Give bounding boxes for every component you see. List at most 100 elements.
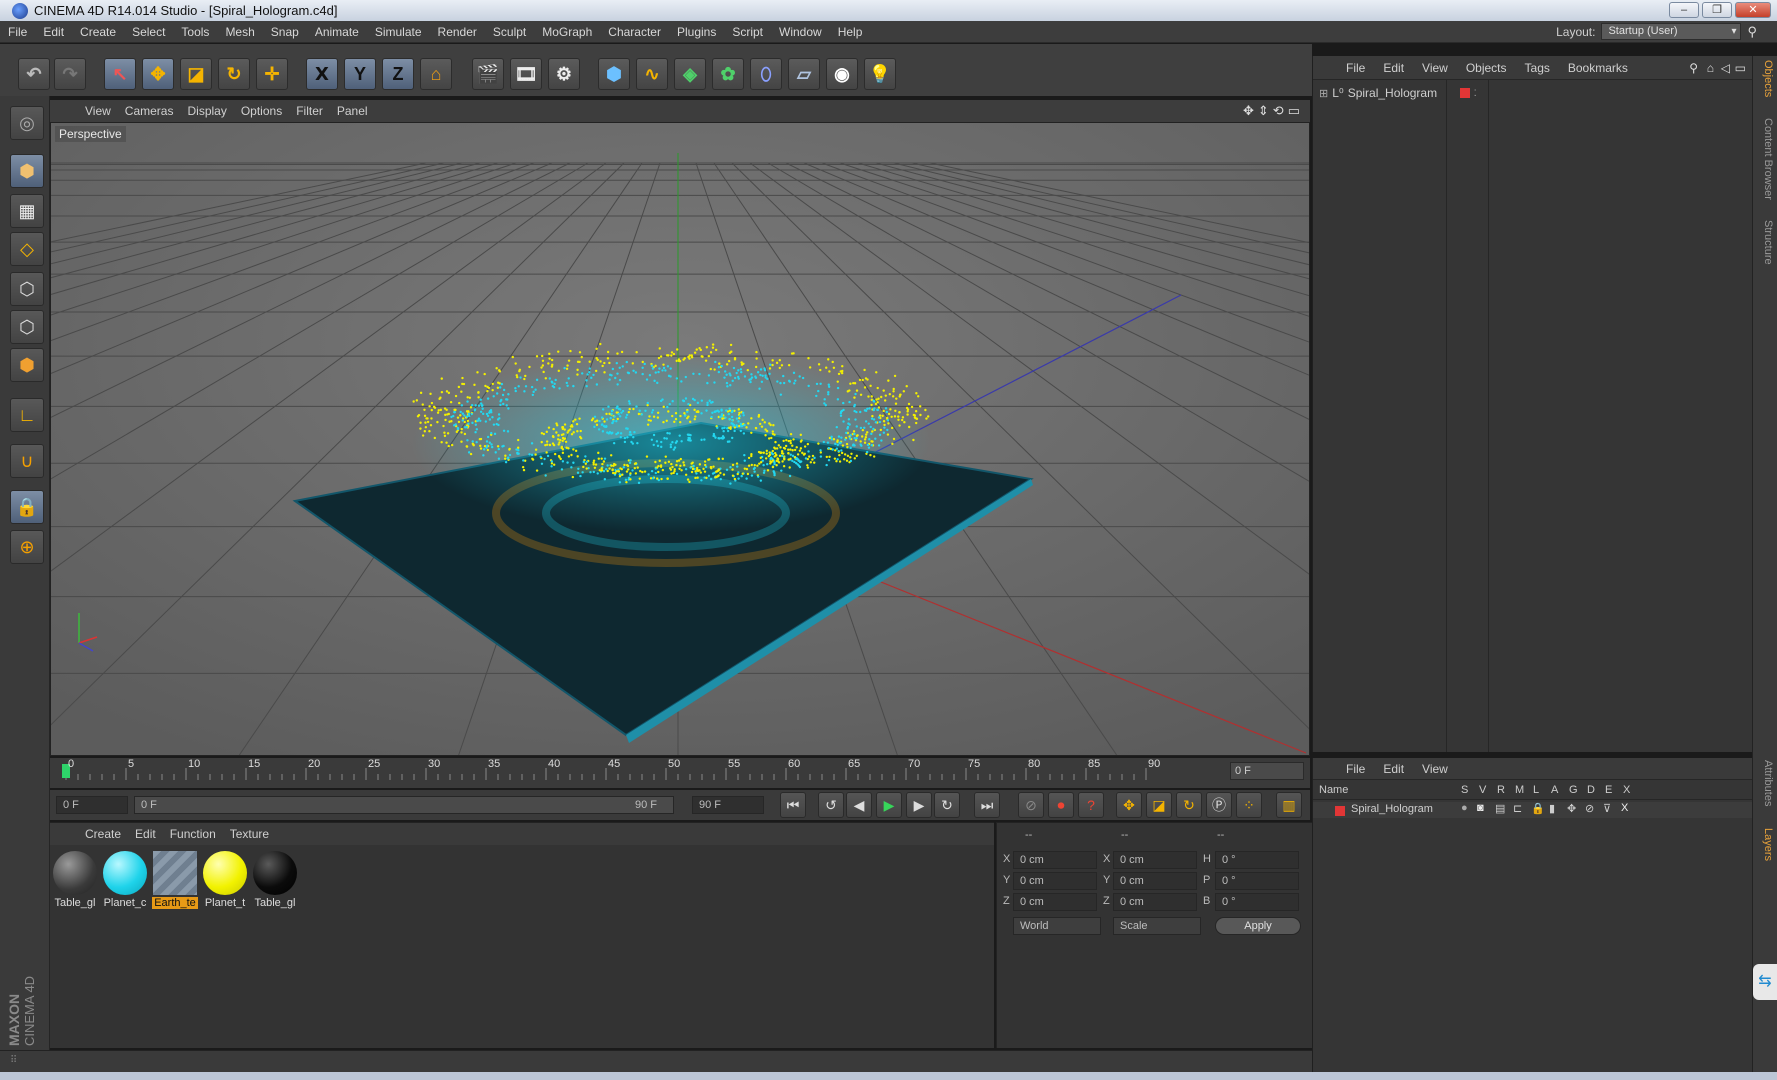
lock-workplane-icon[interactable]: 🔒 xyxy=(10,490,44,524)
menu-file[interactable]: File xyxy=(0,21,35,43)
camera-icon[interactable]: ◉ xyxy=(826,58,858,90)
record-active-icon[interactable]: ⊘ xyxy=(1018,792,1044,818)
menu-snap[interactable]: Snap xyxy=(263,21,307,43)
viewport-menu-options[interactable]: Options xyxy=(234,104,289,118)
deformer-icon[interactable]: ⬯ xyxy=(750,58,782,90)
orbit-view-icon[interactable]: ⟲ xyxy=(1273,103,1284,119)
layers-menu-file[interactable]: File xyxy=(1337,762,1374,776)
material-swatch[interactable]: Table_gl xyxy=(52,849,98,911)
animation-icon[interactable]: ▮ xyxy=(1549,802,1555,815)
size-y-field[interactable]: 0 cm xyxy=(1113,872,1197,890)
layers-menu-view[interactable]: View xyxy=(1413,762,1457,776)
layers-menu-edit[interactable]: Edit xyxy=(1374,762,1413,776)
key-point-level-icon[interactable]: ⁘ xyxy=(1236,792,1262,818)
tab-structure[interactable]: Structure xyxy=(1756,220,1774,265)
layer-column[interactable]: L xyxy=(1533,784,1539,796)
material-menu-texture[interactable]: Texture xyxy=(223,827,276,841)
back-icon[interactable]: ◁ xyxy=(1721,61,1730,75)
maximize-view-icon[interactable]: ▭ xyxy=(1288,103,1300,119)
redo-icon[interactable]: ↷ xyxy=(54,58,86,90)
tab-content-browser[interactable]: Content Browser xyxy=(1756,118,1774,200)
polygons-mode-icon[interactable]: ⬢ xyxy=(10,348,44,382)
material-menu-create[interactable]: Create xyxy=(78,827,128,841)
material-menu-edit[interactable]: Edit xyxy=(128,827,163,841)
teamviewer-icon[interactable]: ⇆ xyxy=(1753,964,1777,1000)
size-z-field[interactable]: 0 cm xyxy=(1113,893,1197,911)
points-mode-icon[interactable]: ⬡ xyxy=(10,272,44,306)
material-swatch[interactable]: Earth_te xyxy=(152,849,198,911)
material-swatch[interactable]: Planet_c xyxy=(102,849,148,911)
objects-menu-tags[interactable]: Tags xyxy=(1516,61,1559,75)
menu-help[interactable]: Help xyxy=(830,21,871,43)
move-icon[interactable]: ✥ xyxy=(142,58,174,90)
menu-select[interactable]: Select xyxy=(124,21,173,43)
key-rotation-icon[interactable]: ↻ xyxy=(1176,792,1202,818)
menu-character[interactable]: Character xyxy=(600,21,669,43)
axis-mode-icon[interactable]: ∟ xyxy=(10,398,44,432)
key-position-icon[interactable]: ✥ xyxy=(1116,792,1142,818)
menu-render[interactable]: Render xyxy=(430,21,485,43)
position-z-field[interactable]: 0 cm xyxy=(1013,893,1097,911)
viewport-menu-panel[interactable]: Panel xyxy=(330,104,375,118)
spline-icon[interactable]: ∿ xyxy=(636,58,668,90)
menu-sculpt[interactable]: Sculpt xyxy=(485,21,534,43)
material-swatch[interactable]: Table_gl xyxy=(252,849,298,911)
layer-column[interactable]: S xyxy=(1461,784,1468,796)
live-selection-icon[interactable]: ↖ xyxy=(104,58,136,90)
range-slider[interactable]: 0 F 90 F xyxy=(134,796,674,814)
menu-animate[interactable]: Animate xyxy=(307,21,367,43)
light-icon[interactable]: 💡 xyxy=(864,58,896,90)
layer-column[interactable]: M xyxy=(1515,784,1524,796)
objects-menu-bookmarks[interactable]: Bookmarks xyxy=(1559,61,1637,75)
menu-window[interactable]: Window xyxy=(771,21,830,43)
menu-mograph[interactable]: MoGraph xyxy=(534,21,600,43)
viewport-menu-cameras[interactable]: Cameras xyxy=(118,104,181,118)
layer-column[interactable]: D xyxy=(1587,784,1595,796)
layer-row[interactable]: Spiral_Hologram ● ◙ ▤ ⊏ 🔒 ▮ ✥ ⊘ ⊽ X xyxy=(1313,802,1753,818)
layer-column[interactable]: E xyxy=(1605,784,1612,796)
model-mode-icon[interactable]: ⬢ xyxy=(10,154,44,188)
manager-visibility-icon[interactable]: ⊏ xyxy=(1513,802,1522,815)
menu-mesh[interactable]: Mesh xyxy=(217,21,262,43)
object-name[interactable]: Spiral_Hologram xyxy=(1348,86,1448,100)
key-parameter-icon[interactable]: Ⓟ xyxy=(1206,792,1232,818)
size-x-field[interactable]: 0 cm xyxy=(1113,851,1197,869)
position-x-field[interactable]: 0 cm xyxy=(1013,851,1097,869)
object-row[interactable]: ⊞ L⁰ Spiral_Hologram ⁚ xyxy=(1313,84,1477,102)
layer-name[interactable]: Spiral_Hologram xyxy=(1351,803,1433,815)
next-frame-icon[interactable]: ▶ xyxy=(906,792,932,818)
rotation-p-field[interactable]: 0 ° xyxy=(1215,872,1299,890)
menu-edit[interactable]: Edit xyxy=(35,21,72,43)
render-visibility-icon[interactable]: ▤ xyxy=(1495,802,1505,815)
tab-objects[interactable]: Objects xyxy=(1756,60,1774,97)
layer-column[interactable]: V xyxy=(1479,784,1486,796)
go-to-start-icon[interactable]: ⏮ xyxy=(780,792,806,818)
material-menu-function[interactable]: Function xyxy=(163,827,223,841)
play-icon[interactable]: ▶ xyxy=(876,792,902,818)
size-mode-select[interactable]: Scale xyxy=(1113,917,1201,935)
generators-icon[interactable]: ✥ xyxy=(1567,802,1576,815)
pan-view-icon[interactable]: ✥ xyxy=(1243,103,1254,119)
objects-menu-file[interactable]: File xyxy=(1337,61,1374,75)
new-view-icon[interactable]: ▭ xyxy=(1735,61,1746,75)
locked-icon[interactable]: 🔒 xyxy=(1531,802,1545,815)
objects-menu-view[interactable]: View xyxy=(1413,61,1457,75)
z-axis-lock-button[interactable]: Z xyxy=(382,58,414,90)
layer-column[interactable]: G xyxy=(1569,784,1578,796)
keyframe-selection-icon[interactable]: ? xyxy=(1078,792,1104,818)
search-icon[interactable]: ⚲ xyxy=(1747,24,1757,40)
menu-script[interactable]: Script xyxy=(724,21,771,43)
apply-button[interactable]: Apply xyxy=(1215,917,1301,935)
render-picture-viewer-icon[interactable]: 🎞 xyxy=(510,58,542,90)
dolly-view-icon[interactable]: ⇕ xyxy=(1258,103,1269,119)
viewport-menu-view[interactable]: View xyxy=(78,104,118,118)
subdivision-surface-icon[interactable]: ◈ xyxy=(674,58,706,90)
add-object-icon[interactable]: ✛ xyxy=(256,58,288,90)
layer-column[interactable]: X xyxy=(1623,784,1630,796)
layer-color-tag[interactable] xyxy=(1459,88,1470,98)
menu-simulate[interactable]: Simulate xyxy=(367,21,430,43)
visibility-dots-icon[interactable]: ⁚ xyxy=(1474,88,1477,99)
restore-button[interactable]: ❐ xyxy=(1702,2,1732,18)
cloner-icon[interactable]: ✿ xyxy=(712,58,744,90)
render-settings-icon[interactable]: ⚙ xyxy=(548,58,580,90)
